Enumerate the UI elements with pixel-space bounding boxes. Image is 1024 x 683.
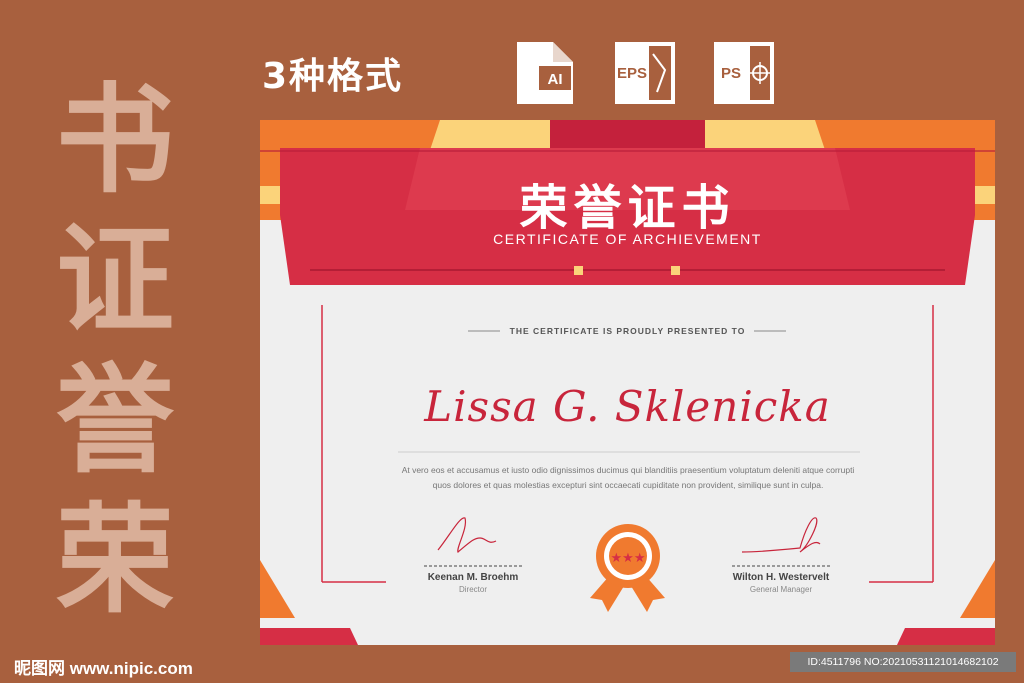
eps-file-icon: EPS [615, 42, 675, 104]
side-title-char: 书 [55, 71, 174, 209]
formats-label-row: 3种格式 [262, 40, 403, 106]
body-line: quos dolores et quas molestias excepturi… [432, 480, 824, 490]
signer-right: Wilton H. Westervelt General Manager [701, 572, 861, 594]
certificate: ★★★ 荣誉证书 CERTIFICATE OF ARCHIEVEMENT THE… [260, 120, 995, 645]
svg-text:★★★: ★★★ [611, 551, 646, 566]
watermark: 昵图网 www.nipic.com [14, 659, 193, 678]
side-title: 书 证 誉 荣 [55, 70, 175, 630]
award-badge-icon: ★★★ [590, 524, 665, 612]
ai-file-icon: AI [517, 42, 573, 104]
id-bar: ID:4511796 NO:20210531121014682102 [790, 652, 1016, 672]
body-line: At vero eos et accusamus et iusto odio d… [401, 465, 855, 475]
signer-role: General Manager [749, 585, 813, 594]
signer-left: Keenan M. Broehm Director [393, 572, 553, 594]
certificate-subtitle: CERTIFICATE OF ARCHIEVEMENT [493, 231, 762, 247]
certificate-body: At vero eos et accusamus et iusto odio d… [388, 463, 868, 493]
ps-file-icon: PS [714, 42, 774, 104]
formats-label: 3种格式 [262, 56, 404, 97]
side-title-char: 荣 [55, 491, 174, 629]
svg-text:AI: AI [548, 71, 563, 88]
presented-text: THE CERTIFICATE IS PROUDLY PRESENTED TO [509, 326, 746, 336]
svg-text:EPS: EPS [617, 65, 647, 82]
signer-name: Wilton H. Westervelt [732, 572, 830, 583]
signer-role: Director [458, 585, 487, 594]
svg-text:PS: PS [721, 65, 741, 82]
certificate-title: 荣誉证书 [519, 180, 736, 236]
side-title-char: 证 [55, 211, 174, 349]
signer-name: Keenan M. Broehm [427, 572, 519, 583]
side-title-char: 誉 [55, 351, 174, 489]
recipient-name: Lissa G. Sklenicka [424, 382, 831, 431]
